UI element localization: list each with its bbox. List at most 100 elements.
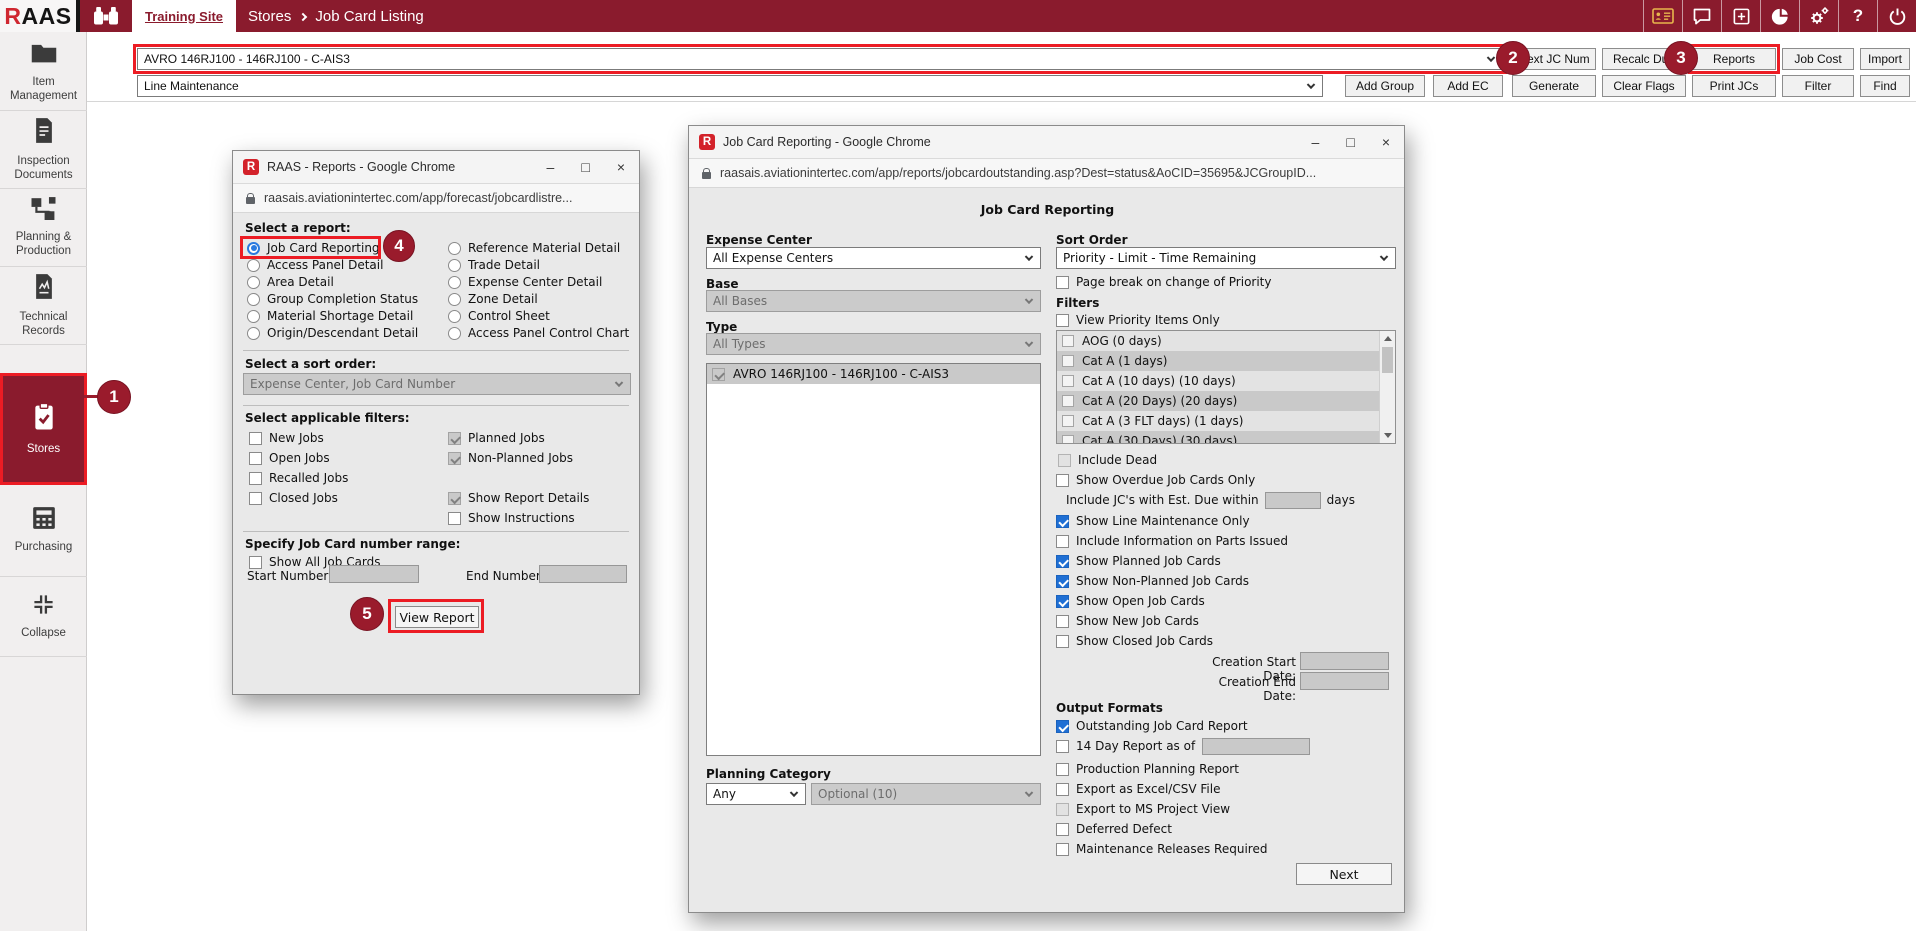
ac-or-co-select[interactable]: AVRO 146RJ100 - 146RJ100 - C-AIS3 [137, 48, 1503, 70]
checkbox-14-day-report[interactable]: 14 Day Report as of [1056, 738, 1310, 754]
priority-item[interactable]: Cat A (1 days) [1057, 351, 1395, 371]
due-within-input[interactable] [1265, 492, 1321, 509]
priority-item[interactable]: Cat A (10 days) (10 days) [1057, 371, 1395, 391]
jcr-dialog-urlbar[interactable]: raasais.aviationintertec.com/app/reports… [689, 159, 1404, 188]
checkbox-include-parts-issued-info[interactable]: Include Information on Parts Issued [1056, 533, 1288, 549]
priority-item[interactable]: AOG (0 days) [1057, 331, 1395, 351]
checkbox-show-open-job-cards[interactable]: Show Open Job Cards [1056, 593, 1205, 609]
settings-gears-icon[interactable] [1799, 0, 1838, 32]
maximize-icon[interactable]: □ [1346, 134, 1354, 150]
reports-dialog-titlebar[interactable]: R RAAS - Reports - Google Chrome – □ × [233, 151, 639, 184]
minimize-icon[interactable]: – [547, 159, 555, 175]
expense-center-select[interactable]: All Expense Centers [706, 247, 1041, 269]
add-window-icon[interactable] [1721, 0, 1760, 32]
tab-training-site[interactable]: Training Site [132, 0, 236, 32]
checkbox-export-excel-csv[interactable]: Export as Excel/CSV File [1056, 781, 1220, 797]
radio-zone-detail[interactable]: Zone Detail [448, 291, 538, 307]
binoculars-icon[interactable] [93, 5, 119, 31]
pie-chart-icon[interactable] [1760, 0, 1799, 32]
radio-job-card-reporting[interactable]: Job Card Reporting [247, 240, 380, 256]
radio-material-shortage-detail[interactable]: Material Shortage Detail [247, 308, 413, 324]
aircraft-listbox[interactable]: AVRO 146RJ100 - 146RJ100 - C-AIS3 [706, 363, 1041, 756]
profile-card-icon[interactable] [1643, 0, 1682, 32]
priority-item[interactable]: Cat A (3 FLT days) (1 days) [1057, 411, 1395, 431]
close-icon[interactable]: × [1382, 134, 1390, 150]
close-icon[interactable]: × [617, 159, 625, 175]
raas-logo[interactable]: RAAS [0, 0, 80, 32]
sort-order-select[interactable]: Expense Center, Job Card Number [243, 373, 631, 395]
checkbox-closed-jobs[interactable]: Closed Jobs [249, 490, 338, 506]
end-number-input[interactable] [539, 565, 627, 583]
radio-area-detail[interactable]: Area Detail [247, 274, 334, 290]
print-jcs-button[interactable]: Print JCs [1692, 75, 1776, 97]
checkbox-new-jobs[interactable]: New Jobs [249, 430, 324, 446]
scrollbar-thumb[interactable] [1382, 347, 1393, 373]
checkbox-show-overdue-only[interactable]: Show Overdue Job Cards Only [1056, 472, 1255, 488]
view-report-button[interactable]: View Report [395, 606, 479, 628]
power-icon[interactable] [1877, 0, 1916, 32]
priority-item[interactable]: Cat A (30 Days) (30 days) [1057, 431, 1395, 444]
checkbox-show-closed-job-cards[interactable]: Show Closed Job Cards [1056, 633, 1213, 649]
priority-listbox[interactable]: AOG (0 days) Cat A (1 days) Cat A (10 da… [1056, 330, 1396, 444]
clear-flags-button[interactable]: Clear Flags [1602, 75, 1686, 97]
add-group-button[interactable]: Add Group [1345, 75, 1425, 97]
radio-origin-descendant-detail[interactable]: Origin/Descendant Detail [247, 325, 418, 341]
scroll-down-icon[interactable] [1380, 428, 1395, 443]
aircraft-list-item[interactable]: AVRO 146RJ100 - 146RJ100 - C-AIS3 [707, 364, 1040, 384]
sidebar-item-stores[interactable]: Stores [0, 373, 87, 485]
checkbox-show-new-job-cards[interactable]: Show New Job Cards [1056, 613, 1199, 629]
checkbox-open-jobs[interactable]: Open Jobs [249, 450, 330, 466]
sidebar-item-technical-records[interactable]: Technical Records [0, 267, 87, 345]
reports-button[interactable]: Reports [1692, 48, 1776, 70]
scroll-up-icon[interactable] [1380, 331, 1395, 346]
generate-button[interactable]: Generate [1512, 75, 1596, 97]
add-ec-button[interactable]: Add EC [1433, 75, 1503, 97]
sidebar-item-planning-production[interactable]: Planning & Production [0, 189, 87, 267]
jc-group-select[interactable]: Line Maintenance [137, 75, 1323, 97]
radio-access-panel-detail[interactable]: Access Panel Detail [247, 257, 383, 273]
help-icon[interactable]: ? [1838, 0, 1877, 32]
chat-icon[interactable] [1682, 0, 1721, 32]
start-number-input[interactable] [329, 565, 419, 583]
checkbox-show-line-maintenance-only[interactable]: Show Line Maintenance Only [1056, 513, 1250, 529]
radio-access-panel-control-chart[interactable]: Access Panel Control Chart [448, 325, 629, 341]
radio-expense-center-detail[interactable]: Expense Center Detail [448, 274, 602, 290]
minimize-icon[interactable]: – [1312, 134, 1320, 150]
planning-category-select[interactable]: Any [706, 783, 806, 805]
creation-start-date-input[interactable] [1300, 652, 1389, 670]
radio-control-sheet[interactable]: Control Sheet [448, 308, 550, 324]
filter-button[interactable]: Filter [1782, 75, 1854, 97]
priority-item[interactable]: Cat A (20 Days) (20 days) [1057, 391, 1395, 411]
sidebar-item-purchasing[interactable]: Purchasing [0, 485, 87, 577]
checkbox-icon [1062, 375, 1074, 387]
checkbox-view-priority-only[interactable]: View Priority Items Only [1056, 312, 1220, 328]
sidebar-item-inspection-documents[interactable]: Inspection Documents [0, 111, 87, 189]
checkbox-production-planning-report[interactable]: Production Planning Report [1056, 761, 1239, 777]
reports-dialog-urlbar[interactable]: raasais.aviationintertec.com/app/forecas… [233, 184, 639, 213]
radio-group-completion-status[interactable]: Group Completion Status [247, 291, 418, 307]
checkbox-show-planned-job-cards[interactable]: Show Planned Job Cards [1056, 553, 1221, 569]
sidebar-item-item-management[interactable]: Item Management [0, 35, 87, 111]
lock-icon [702, 172, 711, 179]
sort-order-select[interactable]: Priority - Limit - Time Remaining [1056, 247, 1396, 269]
jcr-dialog-titlebar[interactable]: R Job Card Reporting - Google Chrome – □… [689, 126, 1404, 159]
checkbox-deferred-defect[interactable]: Deferred Defect [1056, 821, 1172, 837]
import-button[interactable]: Import [1860, 48, 1910, 70]
radio-reference-material-detail[interactable]: Reference Material Detail [448, 240, 620, 256]
maximize-icon[interactable]: □ [581, 159, 589, 175]
checkbox-show-instructions[interactable]: Show Instructions [448, 510, 575, 526]
checkbox-outstanding-job-card-report[interactable]: Outstanding Job Card Report [1056, 718, 1248, 734]
checkbox-maintenance-releases-required[interactable]: Maintenance Releases Required [1056, 841, 1267, 857]
radio-trade-detail[interactable]: Trade Detail [448, 257, 540, 273]
sidebar-item-collapse[interactable]: Collapse [0, 577, 87, 657]
find-button[interactable]: Find [1860, 75, 1910, 97]
checkbox-recalled-jobs[interactable]: Recalled Jobs [249, 470, 348, 486]
scrollbar[interactable] [1379, 331, 1395, 443]
creation-end-date-input[interactable] [1300, 672, 1389, 690]
14-day-report-date-input[interactable] [1202, 738, 1310, 755]
checkbox-show-non-planned-job-cards[interactable]: Show Non-Planned Job Cards [1056, 573, 1249, 589]
breadcrumb-section[interactable]: Stores [248, 8, 291, 25]
checkbox-page-break[interactable]: Page break on change of Priority [1056, 274, 1271, 290]
job-cost-button[interactable]: Job Cost [1782, 48, 1854, 70]
next-button[interactable]: Next [1296, 863, 1392, 885]
